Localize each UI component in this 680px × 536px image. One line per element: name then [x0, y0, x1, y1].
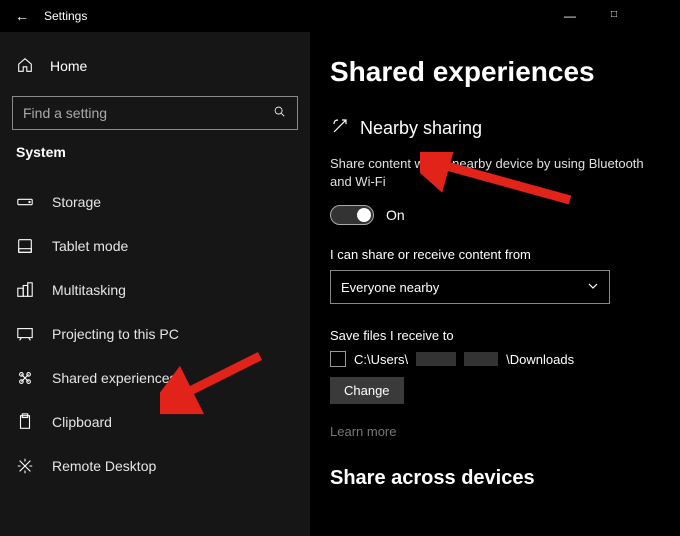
nearby-sharing-icon: [330, 116, 350, 141]
path-prefix: C:\Users\: [354, 352, 408, 367]
sidebar: Home Find a setting System Storage: [0, 32, 310, 536]
maximize-button[interactable]: □: [592, 9, 636, 23]
sidebar-item-storage[interactable]: Storage: [0, 180, 310, 224]
nearby-sharing-label: Nearby sharing: [360, 118, 482, 139]
tablet-icon: [16, 237, 34, 255]
multitasking-icon: [16, 281, 34, 299]
storage-icon: [16, 193, 34, 211]
chevron-down-icon: [587, 280, 599, 295]
home-icon: [16, 56, 34, 77]
sidebar-item-multitasking[interactable]: Multitasking: [0, 268, 310, 312]
nav-list: Storage Tablet mode Multitasking: [0, 180, 310, 488]
search-icon: [273, 105, 287, 122]
sidebar-item-label: Storage: [52, 194, 101, 210]
minimize-button[interactable]: —: [548, 9, 592, 23]
search-placeholder: Find a setting: [23, 105, 107, 121]
save-path-label: Save files I receive to: [330, 328, 660, 343]
receive-from-label: I can share or receive content from: [330, 247, 660, 262]
path-redacted-2: [464, 352, 498, 366]
clipboard-icon: [16, 413, 34, 431]
sidebar-category: System: [0, 144, 310, 160]
sidebar-item-projecting[interactable]: Projecting to this PC: [0, 312, 310, 356]
toggle-state: On: [386, 207, 405, 223]
receive-from-select[interactable]: Everyone nearby: [330, 270, 610, 304]
settings-window: ← Settings — □ Home Find a setting: [0, 0, 680, 536]
share-across-heading: Share across devices: [330, 467, 660, 490]
change-button[interactable]: Change: [330, 377, 404, 404]
sidebar-item-clipboard[interactable]: Clipboard: [0, 400, 310, 444]
content-pane: Shared experiences Nearby sharing Share …: [310, 32, 680, 536]
projecting-icon: [16, 325, 34, 343]
learn-more-link[interactable]: Learn more: [330, 424, 660, 439]
page-title: Shared experiences: [330, 56, 660, 88]
path-redacted-1: [416, 352, 456, 366]
sidebar-item-label: Shared experiences: [52, 370, 177, 386]
nearby-sharing-heading: Nearby sharing: [330, 116, 660, 141]
nearby-description: Share content with a nearby device by us…: [330, 155, 660, 191]
sidebar-item-shared-experiences[interactable]: Shared experiences: [0, 356, 310, 400]
back-button[interactable]: ←: [0, 8, 44, 24]
path-suffix: \Downloads: [506, 352, 574, 367]
sidebar-item-label: Multitasking: [52, 282, 126, 298]
home-label: Home: [50, 58, 87, 74]
sidebar-item-label: Tablet mode: [52, 238, 128, 254]
folder-icon: [330, 351, 346, 367]
sidebar-item-remote-desktop[interactable]: Remote Desktop: [0, 444, 310, 488]
sidebar-item-label: Clipboard: [52, 414, 112, 430]
title-bar: ← Settings — □: [0, 0, 680, 32]
sidebar-item-tablet-mode[interactable]: Tablet mode: [0, 224, 310, 268]
receive-from-value: Everyone nearby: [341, 280, 439, 295]
nearby-toggle[interactable]: [330, 205, 374, 225]
sidebar-item-label: Projecting to this PC: [52, 326, 179, 342]
shared-experiences-icon: [16, 369, 34, 387]
remote-desktop-icon: [16, 457, 34, 475]
save-path-row: C:\Users\ \Downloads: [330, 351, 660, 367]
search-input[interactable]: Find a setting: [12, 96, 298, 130]
sidebar-item-label: Remote Desktop: [52, 458, 156, 474]
window-title: Settings: [44, 9, 548, 23]
sidebar-home[interactable]: Home: [0, 46, 310, 86]
